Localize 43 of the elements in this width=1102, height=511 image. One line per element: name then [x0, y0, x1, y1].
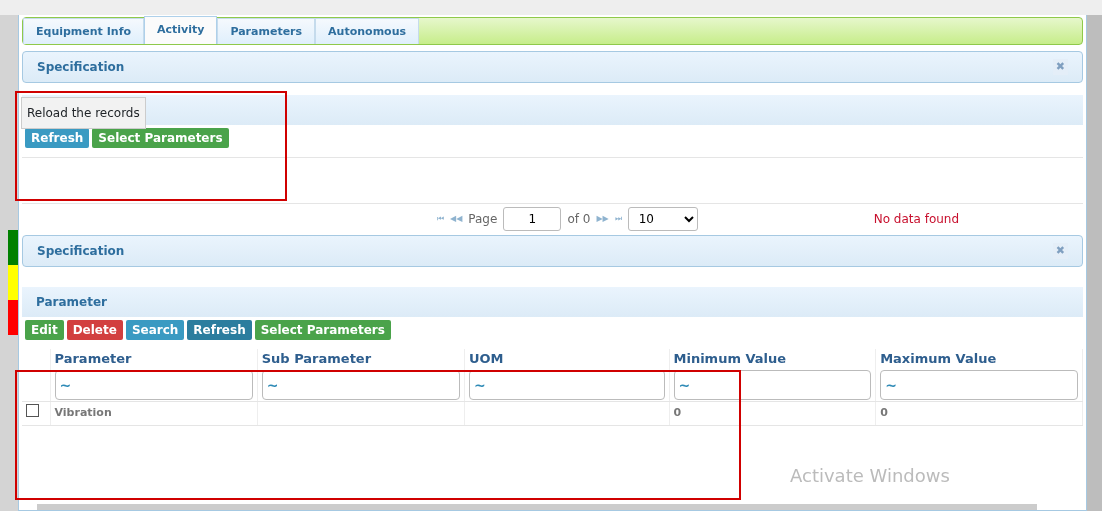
column-header[interactable]: UOM	[468, 351, 504, 366]
panel-title: Specification	[37, 243, 125, 260]
table-cell: 0	[673, 405, 682, 419]
tooltip: Reload the records	[21, 97, 146, 129]
page-size-select[interactable]: 10	[627, 206, 698, 231]
tab[interactable]: Activity	[144, 16, 218, 44]
vertical-scrollbar[interactable]	[1087, 15, 1102, 511]
previous-page-icon[interactable]: ◀◀	[450, 212, 463, 225]
table-cell: 0	[880, 405, 888, 419]
filter-field[interactable]: ~	[673, 369, 872, 400]
close-icon[interactable]: ✖	[1052, 242, 1068, 260]
toolbar-button[interactable]: Select Parameters	[92, 128, 229, 148]
grid-title: Parameter	[36, 294, 108, 311]
page-count: of 0	[567, 210, 591, 228]
toolbar-button[interactable]: Refresh	[187, 320, 252, 340]
next-page-icon[interactable]: ▶▶	[596, 212, 609, 225]
toolbar-button[interactable]: Delete	[66, 320, 123, 340]
close-icon[interactable]: ✖	[1052, 58, 1068, 76]
page-label: Page	[468, 210, 498, 228]
toolbar-button[interactable]: Select Parameters	[254, 320, 391, 340]
page-field[interactable]: 1	[503, 206, 562, 231]
table-cell: Vibration	[54, 405, 112, 419]
tab[interactable]: Parameters	[217, 18, 316, 44]
filter-field[interactable]: ~	[261, 369, 460, 400]
panel-title: Specification	[37, 59, 125, 76]
filter-field[interactable]: ~	[54, 369, 253, 400]
tab[interactable]: Autonomous	[315, 18, 420, 44]
activation-notice: Activate Windows	[790, 464, 950, 488]
filter-field[interactable]: ~	[880, 369, 1078, 400]
column-header[interactable]: Minimum Value	[673, 351, 787, 366]
filter-field[interactable]: ~	[468, 369, 665, 400]
tab[interactable]: Equipment Info	[23, 18, 144, 44]
column-header[interactable]: Maximum Value	[880, 351, 997, 366]
row-checkbox[interactable]	[26, 403, 39, 417]
toolbar-button[interactable]: Refresh	[25, 128, 90, 148]
horizontal-scrollbar[interactable]	[37, 504, 1037, 510]
toolbar-button[interactable]: Search	[125, 320, 185, 340]
column-header[interactable]: Sub Parameter	[261, 351, 372, 366]
column-header[interactable]: Parameter	[54, 351, 132, 366]
no-data-message: No data found	[873, 210, 960, 228]
last-page-icon[interactable]: ⏭	[614, 212, 622, 225]
toolbar-button[interactable]: Edit	[25, 320, 64, 340]
first-page-icon[interactable]: ⏮	[437, 212, 444, 225]
